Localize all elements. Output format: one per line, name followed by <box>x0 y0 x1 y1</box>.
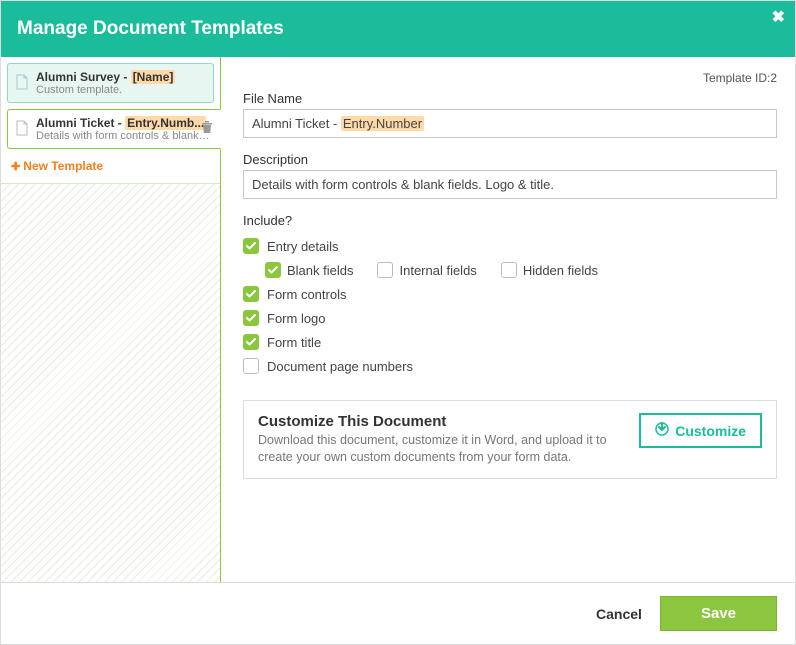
document-icon <box>15 74 29 90</box>
template-item-sub: Custom template. <box>36 84 205 96</box>
template-list-sidebar: Alumni Survey - [Name] Custom template. … <box>1 57 221 582</box>
dialog-title: Manage Document Templates <box>17 18 284 40</box>
template-item-title: Alumni Ticket - Entry.Numb... <box>36 116 212 130</box>
checkbox-doc-page-numbers[interactable] <box>243 358 259 374</box>
checkbox-hidden-fields[interactable] <box>501 262 517 278</box>
sidebar-fill <box>1 183 220 582</box>
checkbox-label: Internal fields <box>399 263 476 278</box>
checkbox-label: Document page numbers <box>267 359 413 374</box>
dialog-footer: Cancel Save <box>1 582 795 644</box>
template-id-label: Template ID:2 <box>243 71 777 85</box>
customize-title: Customize This Document <box>258 413 619 430</box>
document-icon <box>15 120 29 136</box>
new-template-button[interactable]: New Template <box>7 155 214 177</box>
checkbox-form-controls[interactable] <box>243 286 259 302</box>
customize-desc: Download this document, customize it in … <box>258 432 619 466</box>
save-button[interactable]: Save <box>660 596 777 631</box>
download-icon <box>655 422 669 439</box>
checkbox-blank-fields[interactable] <box>265 262 281 278</box>
customize-panel: Customize This Document Download this do… <box>243 400 777 479</box>
template-item[interactable]: Alumni Survey - [Name] Custom template. <box>7 63 214 103</box>
trash-icon[interactable] <box>200 120 214 134</box>
template-item-title: Alumni Survey - [Name] <box>36 70 205 84</box>
customize-button[interactable]: Customize <box>639 413 762 448</box>
checkbox-entry-details[interactable] <box>243 238 259 254</box>
checkbox-form-logo[interactable] <box>243 310 259 326</box>
description-label: Description <box>243 152 777 167</box>
file-name-input[interactable]: Alumni Ticket - Entry.Number <box>243 109 777 138</box>
checkbox-internal-fields[interactable] <box>377 262 393 278</box>
checkbox-form-title[interactable] <box>243 334 259 350</box>
cancel-button[interactable]: Cancel <box>596 606 642 622</box>
dialog-header: Manage Document Templates ✖ <box>1 1 795 57</box>
checkbox-label: Form controls <box>267 287 346 302</box>
checkbox-label: Form title <box>267 335 321 350</box>
template-item-sub: Details with form controls & blank fie..… <box>36 130 212 142</box>
close-icon[interactable]: ✖ <box>772 7 785 27</box>
description-input[interactable]: Details with form controls & blank field… <box>243 170 777 199</box>
checkbox-label: Form logo <box>267 311 326 326</box>
checkbox-label: Hidden fields <box>523 263 598 278</box>
include-label: Include? <box>243 213 777 228</box>
file-name-label: File Name <box>243 91 777 106</box>
main-panel: Template ID:2 File Name Alumni Ticket - … <box>221 57 795 582</box>
template-item[interactable]: Alumni Ticket - Entry.Numb... Details wi… <box>7 109 221 149</box>
checkbox-label: Entry details <box>267 239 339 254</box>
checkbox-label: Blank fields <box>287 263 353 278</box>
